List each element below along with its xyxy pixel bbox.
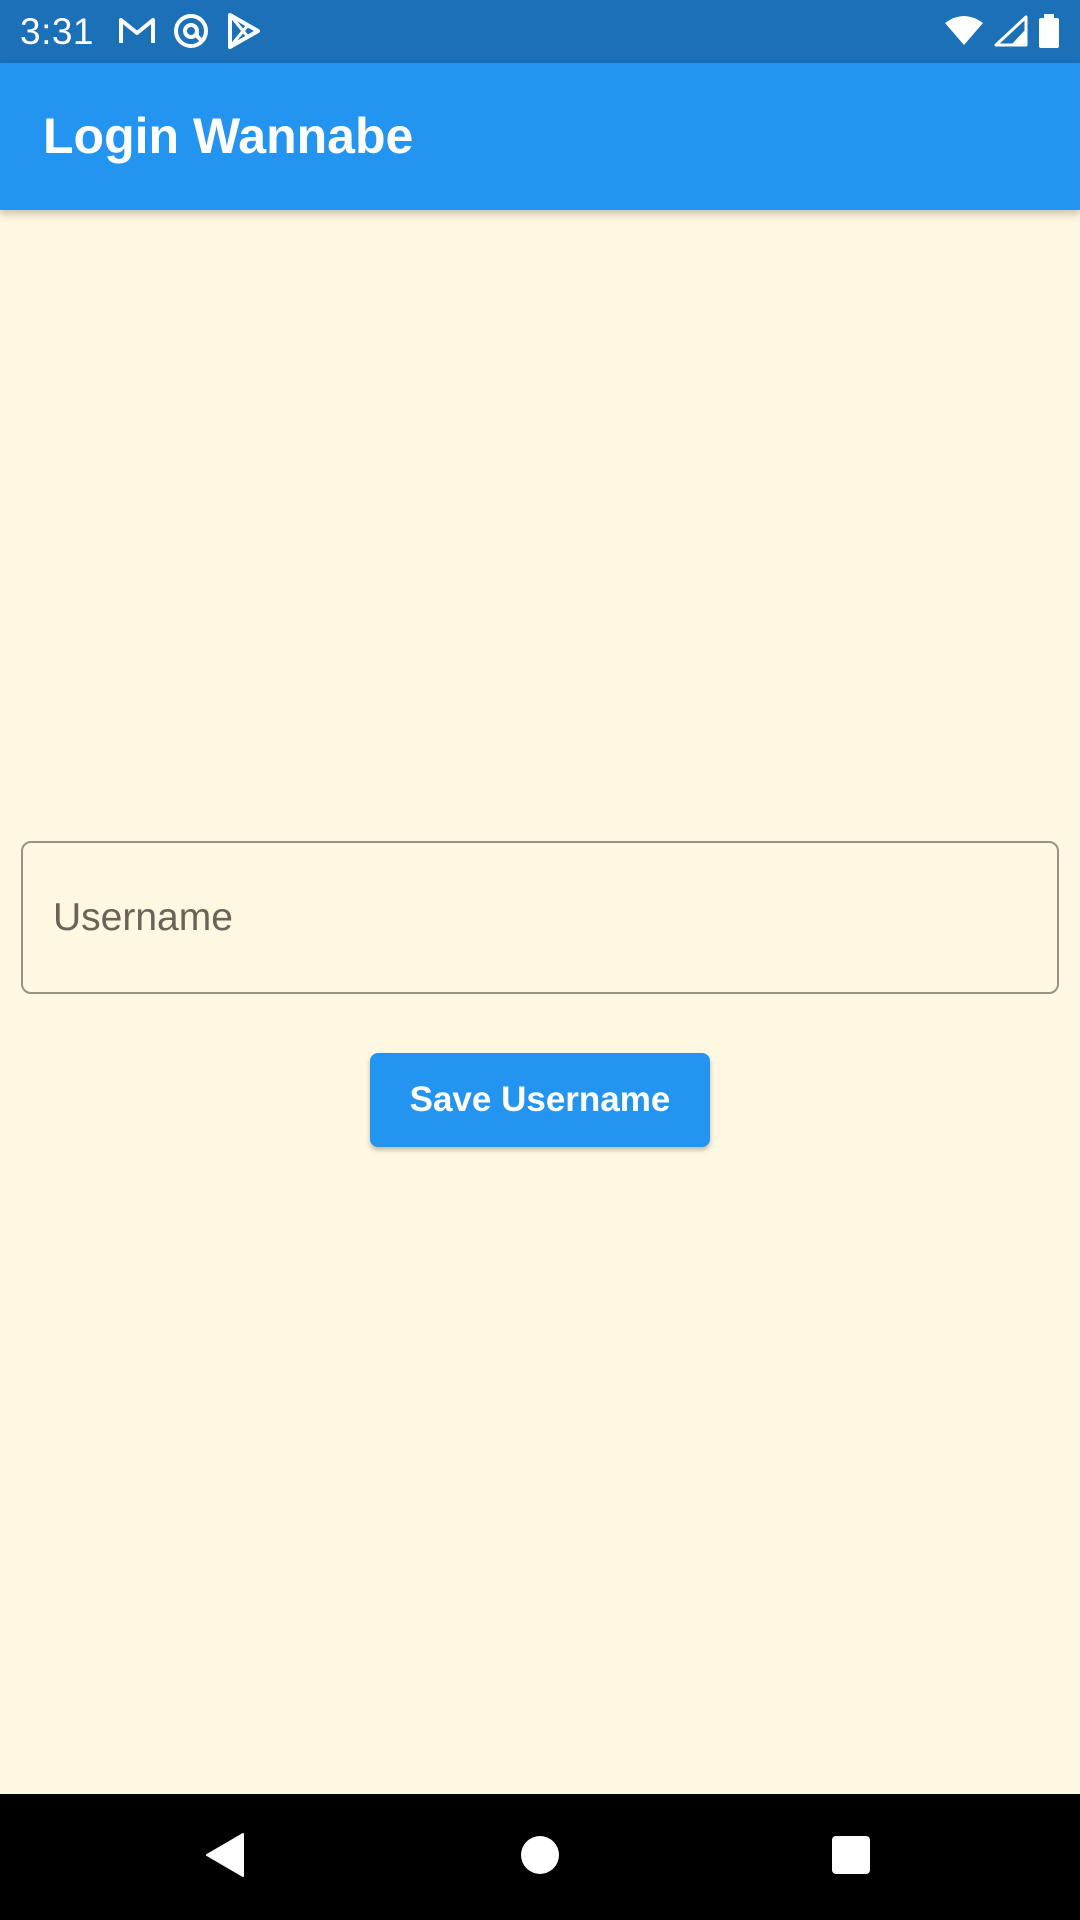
status-bar: 3:31 — [0, 0, 1080, 63]
cell-signal-icon — [994, 15, 1028, 47]
battery-icon — [1038, 14, 1060, 48]
system-status-icons — [944, 10, 1060, 52]
gmail-icon — [118, 16, 156, 46]
play-store-icon — [226, 12, 262, 50]
recents-icon — [831, 1835, 871, 1880]
navigation-bar — [0, 1794, 1080, 1920]
back-button[interactable] — [180, 1812, 270, 1902]
home-icon — [520, 1835, 560, 1880]
app-title: Login Wannabe — [43, 108, 414, 164]
recents-button[interactable] — [806, 1812, 896, 1902]
notification-icons — [118, 10, 262, 52]
wifi-icon — [944, 15, 984, 47]
status-time: 3:31 — [20, 11, 95, 52]
save-username-button[interactable]: Save Username — [370, 1053, 710, 1147]
username-field[interactable] — [21, 841, 1059, 994]
home-button[interactable] — [495, 1812, 585, 1902]
at-sign-icon — [172, 12, 210, 50]
back-icon — [205, 1832, 245, 1883]
username-input[interactable] — [53, 843, 1023, 992]
app-bar: Login Wannabe — [0, 63, 1080, 210]
